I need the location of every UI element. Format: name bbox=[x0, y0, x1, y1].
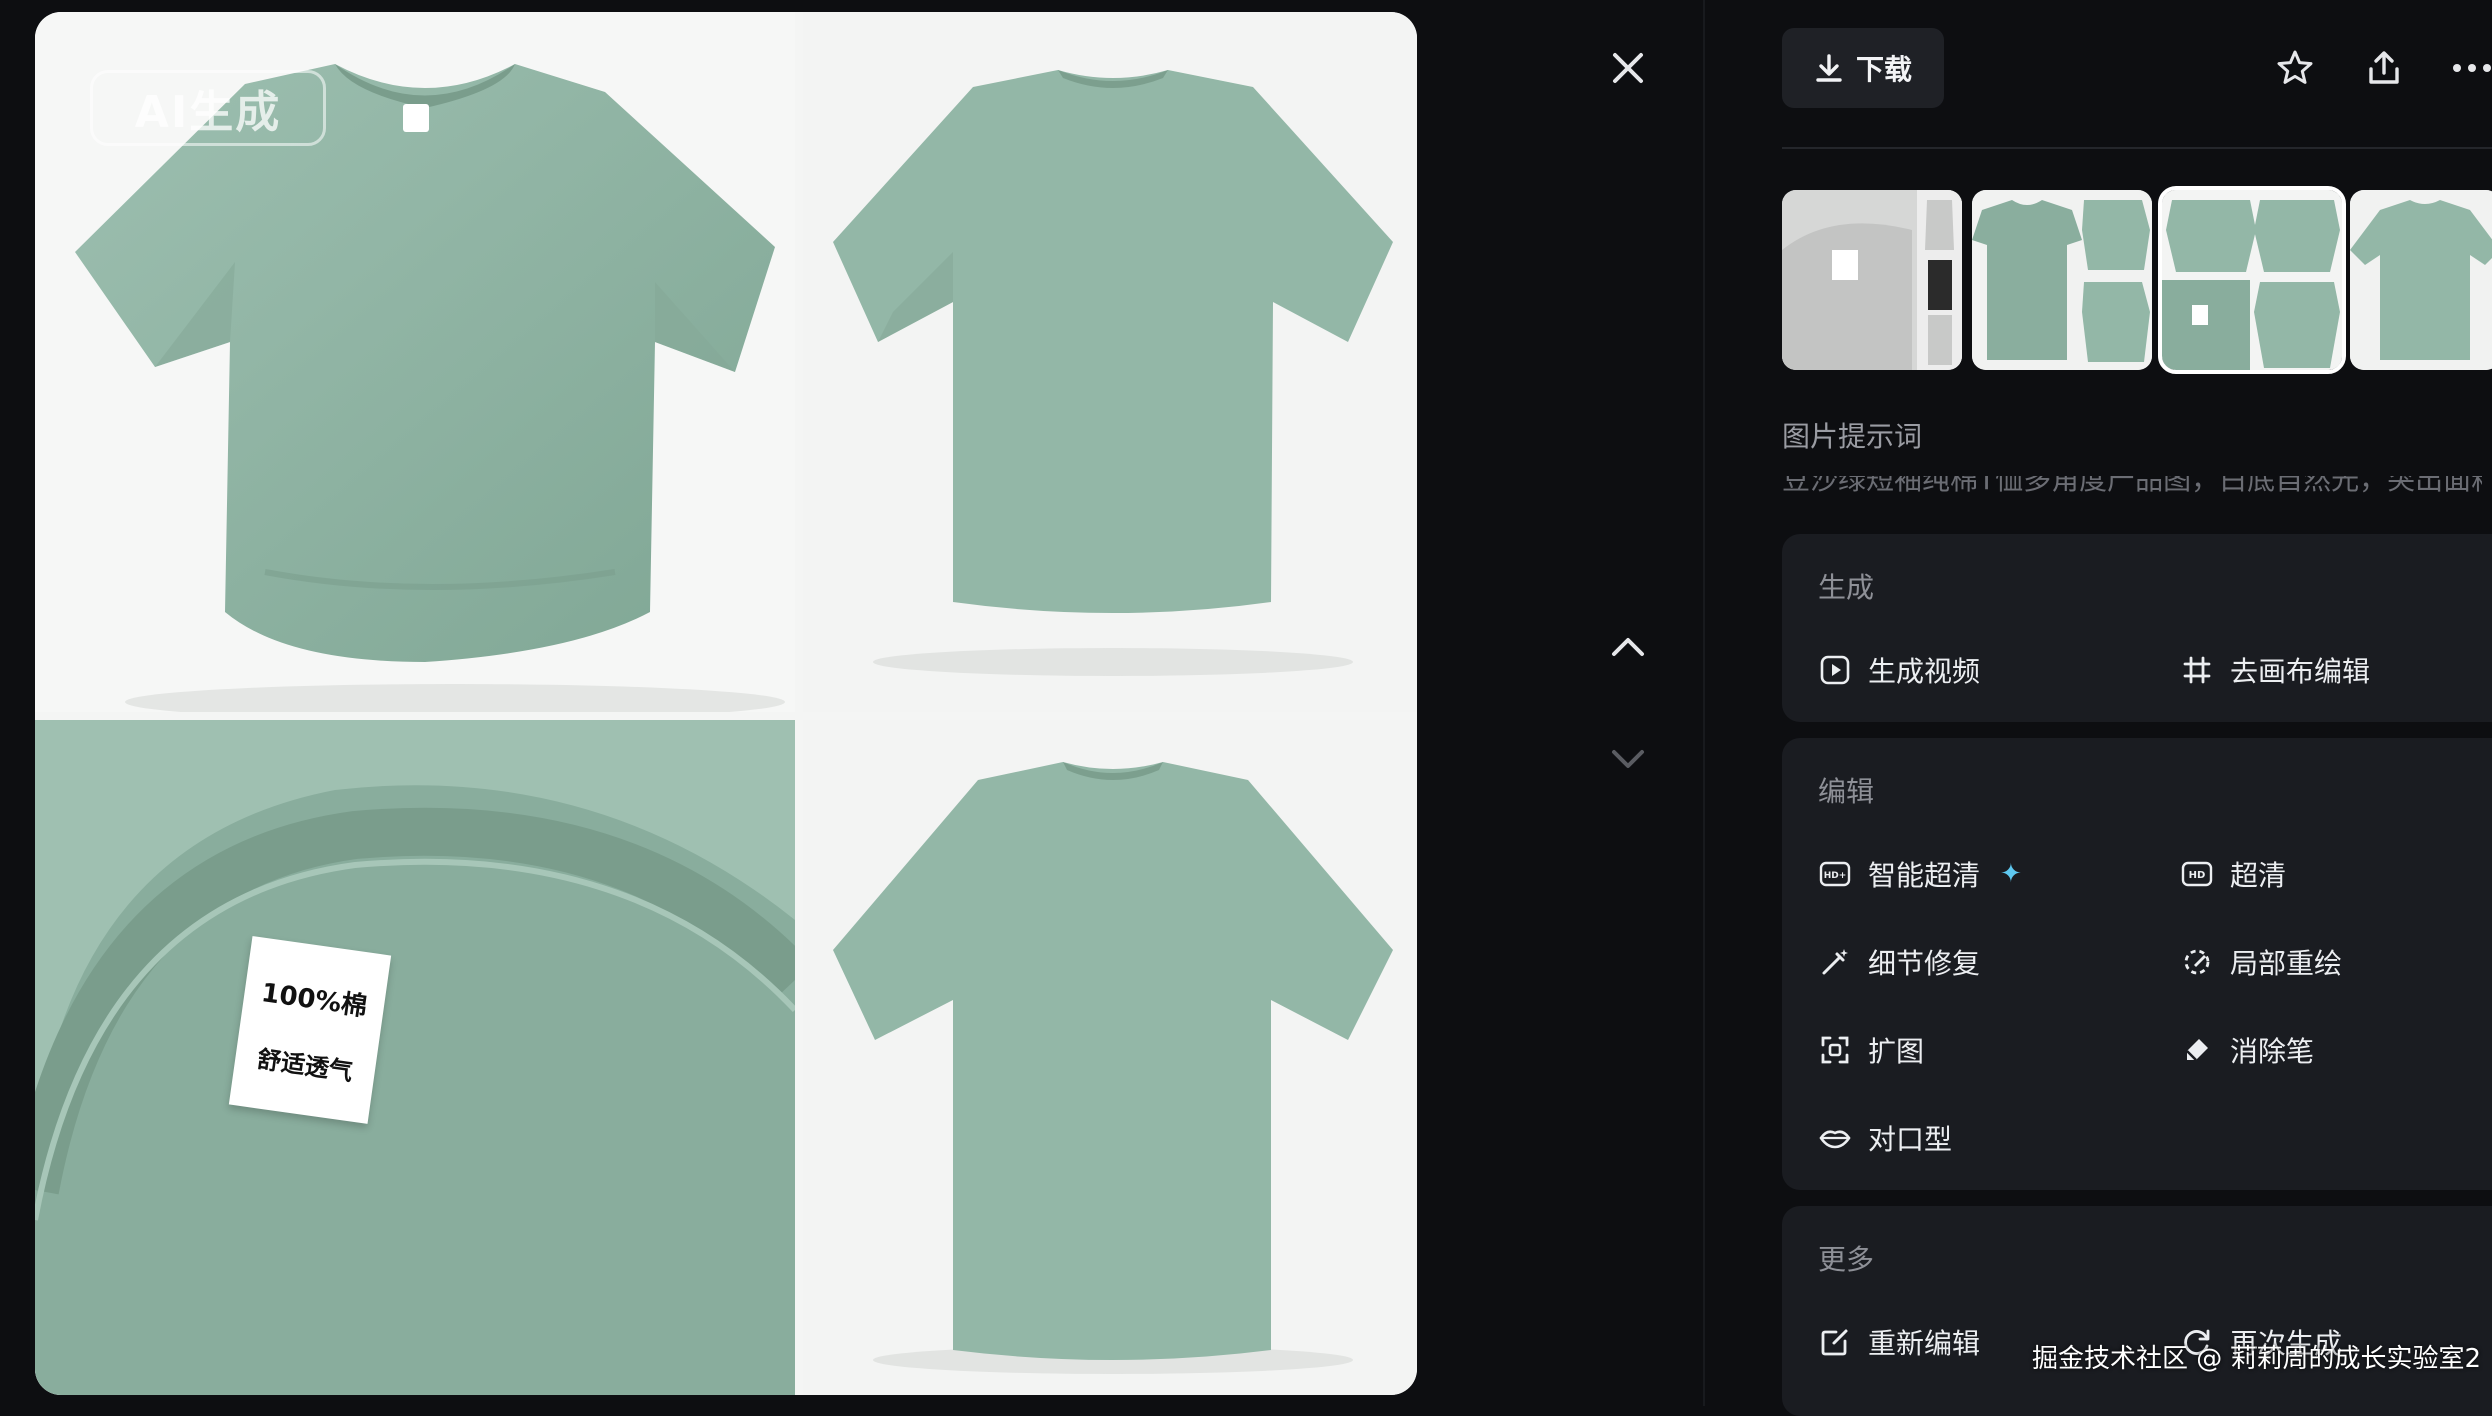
hd-plus-icon: HD+ bbox=[1818, 857, 1852, 891]
prompt-text[interactable]: 豆沙绿短袖纯棉T恤多角度产品图，白底自然光，突出面料纹理与标签文字 bbox=[1782, 476, 2482, 496]
sparkle-icon: ✦ bbox=[2000, 859, 2022, 889]
source-credit-watermark: 掘金技术社区 @ 莉莉周的成长实验室2 bbox=[2032, 1344, 2482, 1374]
panel-divider bbox=[1703, 0, 1705, 1406]
svg-text:HD+: HD+ bbox=[1824, 871, 1847, 881]
back-view-2-image bbox=[803, 720, 1417, 1395]
canvas-edit-button[interactable]: 去画布编辑 bbox=[2180, 650, 2370, 690]
upscale-button[interactable]: HD 超清 bbox=[2180, 854, 2286, 894]
label-line-breathable: 舒适透气 bbox=[255, 1045, 355, 1087]
expand-image-button[interactable]: 扩图 bbox=[1818, 1030, 1924, 1070]
download-button[interactable]: 下载 bbox=[1782, 28, 1944, 108]
more-section: 更多 重新编辑 再次生成 bbox=[1782, 1206, 2492, 1416]
thumbnail-1[interactable] bbox=[1782, 190, 1962, 370]
re-edit-button[interactable]: 重新编辑 bbox=[1818, 1322, 1980, 1362]
more-section-title: 更多 bbox=[1818, 1243, 1875, 1276]
care-label: 100%棉 舒适透气 bbox=[228, 936, 392, 1124]
svg-text:HD: HD bbox=[2189, 870, 2206, 881]
upscale-label: 超清 bbox=[2230, 859, 2287, 892]
hd-icon: HD bbox=[2180, 857, 2214, 891]
lips-icon bbox=[1818, 1121, 1852, 1155]
eraser-label: 消除笔 bbox=[2230, 1035, 2315, 1068]
chevron-down-icon[interactable] bbox=[1600, 732, 1656, 788]
lip-sync-button[interactable]: 对口型 bbox=[1818, 1118, 1952, 1158]
lip-sync-label: 对口型 bbox=[1868, 1123, 1953, 1156]
expand-image-label: 扩图 bbox=[1868, 1035, 1925, 1068]
generated-image[interactable]: AI生成 100%棉 舒适透气 bbox=[35, 12, 1417, 1395]
label-line-cotton: 100%棉 bbox=[259, 978, 369, 1023]
video-play-icon bbox=[1818, 653, 1852, 687]
edit-section: 编辑 HD+ 智能超清 ✦ HD 超清 细节修复 局部重绘 扩图 消除笔 对口型 bbox=[1782, 738, 2492, 1190]
generate-video-label: 生成视频 bbox=[1868, 655, 1981, 688]
toolbar-divider bbox=[1782, 147, 2492, 149]
canvas-icon bbox=[2180, 653, 2214, 687]
expand-icon bbox=[1818, 1033, 1852, 1067]
collar-closeup-image: 100%棉 舒适透气 bbox=[35, 720, 795, 1395]
thumbnail-2[interactable] bbox=[1972, 190, 2152, 370]
generate-video-button[interactable]: 生成视频 bbox=[1818, 650, 1980, 690]
detail-repair-label: 细节修复 bbox=[1868, 947, 1981, 980]
prompt-text-content: 豆沙绿短袖纯棉T恤多角度产品图，白底自然光，突出面料纹理与标签文字 bbox=[1782, 476, 2482, 496]
magic-wand-icon bbox=[1818, 945, 1852, 979]
ai-watermark: AI生成 bbox=[90, 70, 326, 146]
canvas-edit-label: 去画布编辑 bbox=[2230, 655, 2371, 688]
generate-section-title: 生成 bbox=[1818, 571, 1875, 604]
smart-upscale-label: 智能超清 bbox=[1868, 859, 1981, 892]
prompt-title: 图片提示词 bbox=[1782, 420, 1923, 453]
inpaint-icon bbox=[2180, 945, 2214, 979]
smart-upscale-button[interactable]: HD+ 智能超清 ✦ bbox=[1818, 854, 2022, 894]
star-icon[interactable] bbox=[2267, 40, 2323, 96]
download-icon bbox=[1816, 54, 1842, 82]
inpaint-label: 局部重绘 bbox=[2230, 947, 2343, 980]
inpaint-button[interactable]: 局部重绘 bbox=[2180, 942, 2342, 982]
close-icon[interactable] bbox=[1600, 40, 1656, 96]
more-icon[interactable] bbox=[2444, 40, 2492, 96]
share-icon[interactable] bbox=[2356, 40, 2412, 96]
generate-section: 生成 生成视频 去画布编辑 bbox=[1782, 534, 2492, 722]
thumbnail-3[interactable] bbox=[2158, 186, 2346, 374]
eraser-button[interactable]: 消除笔 bbox=[2180, 1030, 2314, 1070]
thumbnail-4[interactable] bbox=[2350, 190, 2492, 370]
edit-section-title: 编辑 bbox=[1818, 775, 1875, 808]
download-label: 下载 bbox=[1855, 53, 1912, 86]
back-view-image bbox=[803, 12, 1417, 712]
chevron-up-icon[interactable] bbox=[1600, 618, 1656, 674]
edit-icon bbox=[1818, 1325, 1852, 1359]
front-view-image: AI生成 bbox=[35, 12, 795, 712]
detail-repair-button[interactable]: 细节修复 bbox=[1818, 942, 1980, 982]
eraser-icon bbox=[2180, 1033, 2214, 1067]
re-edit-label: 重新编辑 bbox=[1868, 1327, 1981, 1360]
